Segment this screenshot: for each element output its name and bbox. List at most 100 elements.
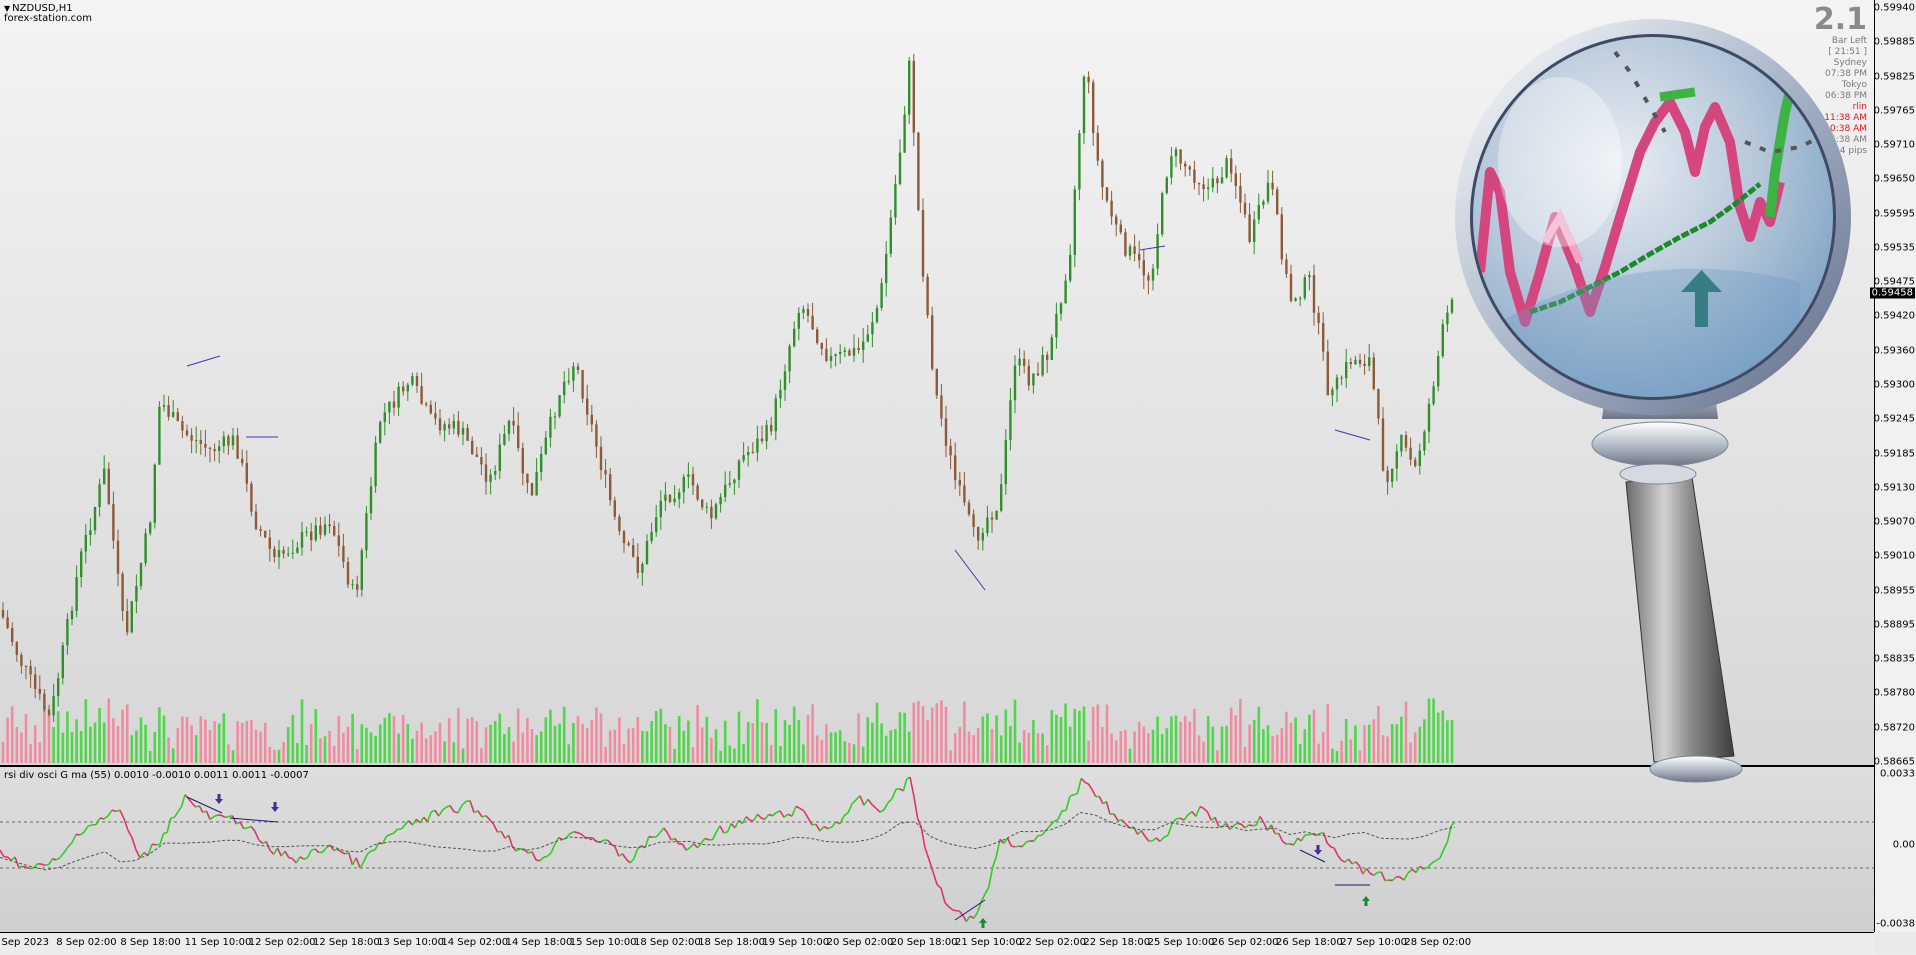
volume-bar [1193, 709, 1196, 763]
volume-bar [476, 721, 479, 763]
volume-bar [554, 726, 557, 763]
candle-body [1202, 184, 1204, 189]
volume-bar [1281, 728, 1284, 763]
volume-bar [1290, 723, 1293, 763]
volume-bar [407, 724, 410, 763]
volume-bar [1101, 727, 1104, 763]
candle-body [577, 366, 579, 370]
volume-bar [48, 716, 51, 763]
volume-bar [1350, 740, 1353, 763]
volume-bar [365, 728, 368, 763]
candle-body [448, 424, 450, 428]
candle-body [848, 350, 850, 355]
candle-body [554, 416, 556, 417]
volume-bar [342, 733, 345, 763]
volume-bar [75, 719, 78, 763]
volume-bar [650, 721, 653, 763]
candle-body [1267, 183, 1269, 202]
volume-bar [255, 730, 258, 763]
price-scale[interactable]: 0.599400.598850.598250.597650.597100.596… [1874, 0, 1916, 932]
volume-bar [696, 705, 699, 763]
candle-body [991, 517, 993, 519]
volume-bar [926, 720, 929, 763]
volume-bar [876, 703, 879, 763]
volume-bar [1115, 740, 1118, 763]
candle-body [98, 484, 100, 507]
volume-bar [448, 718, 451, 763]
volume-bar [287, 727, 290, 763]
volume-bar [213, 721, 216, 763]
candle-body [591, 415, 593, 425]
volume-bar [706, 717, 709, 763]
candle-body [614, 500, 616, 516]
volume-bar [1419, 727, 1422, 763]
volume-bar [319, 738, 322, 763]
magnifier-handle [1626, 477, 1734, 762]
candle-body [586, 398, 588, 414]
volume-bar [236, 721, 239, 763]
candle-body [701, 499, 703, 507]
volume-bar [264, 723, 267, 763]
candle-body [719, 497, 721, 504]
price-tick-label: 0.59475 [1874, 277, 1915, 288]
candle-body [830, 356, 832, 361]
volume-bar [16, 727, 19, 763]
volume-bar [549, 710, 552, 763]
candle-body [756, 439, 758, 453]
time-scale[interactable]: 7 Sep 20238 Sep 02:008 Sep 18:0011 Sep 1… [0, 932, 1874, 955]
price-tick-label: 0.59245 [1874, 414, 1915, 425]
candle-body [1285, 259, 1287, 273]
candle-body [190, 435, 192, 440]
candle-body [1046, 355, 1048, 360]
price-tick-label: 0.58895 [1874, 619, 1915, 630]
candle-body [1294, 298, 1296, 301]
dropdown-triangle-icon[interactable]: ▼ [4, 4, 10, 13]
volume-bar [154, 732, 157, 763]
candle-body [1193, 170, 1195, 183]
candle-body [526, 474, 528, 483]
volume-bar [186, 717, 189, 763]
indicator-label: rsi div osci G ma (55) 0.0010 -0.0010 0.… [4, 770, 309, 781]
candle-body [158, 407, 160, 465]
candle-body [1028, 366, 1030, 386]
candle-body [236, 435, 238, 458]
volume-bar [420, 723, 423, 763]
volume-bar [223, 713, 226, 763]
candle-body [213, 449, 215, 451]
candle-body [1248, 214, 1250, 242]
candle-body [945, 418, 947, 445]
volume-bar [1244, 747, 1247, 763]
price-tick-label: 0.59185 [1874, 448, 1915, 459]
candle-body [1253, 220, 1255, 242]
volume-bar [218, 724, 221, 763]
magnifier-glass-icon [1440, 12, 1860, 802]
candle-body [1129, 246, 1131, 255]
volume-bar [1083, 706, 1086, 763]
oscillator-segment [45, 865, 49, 866]
candle-body [995, 511, 997, 520]
candle-body [1074, 189, 1076, 254]
candle-body [890, 218, 892, 254]
volume-bar [963, 701, 966, 763]
price-tick-label: 0.58665 [1874, 757, 1915, 768]
candle-body [1290, 274, 1292, 301]
volume-bar [351, 714, 354, 763]
oscillator-segment [1238, 823, 1242, 824]
candle-body [968, 503, 970, 515]
volume-bar [1009, 726, 1012, 763]
candle-body [1230, 158, 1232, 173]
candle-body [250, 484, 252, 512]
candle-body [1322, 323, 1324, 351]
candle-body [853, 348, 855, 356]
candle-body [972, 514, 974, 527]
volume-bar [844, 741, 847, 763]
oscillator-segment [76, 834, 80, 835]
volume-bar [1041, 734, 1044, 763]
volume-bar [195, 735, 198, 763]
candle-body [1244, 203, 1246, 215]
price-tick-label: 0.59710 [1874, 140, 1915, 151]
candle-body [692, 474, 694, 485]
candle-body [1336, 378, 1338, 390]
volume-bar [310, 724, 313, 763]
volume-bar [637, 717, 640, 763]
